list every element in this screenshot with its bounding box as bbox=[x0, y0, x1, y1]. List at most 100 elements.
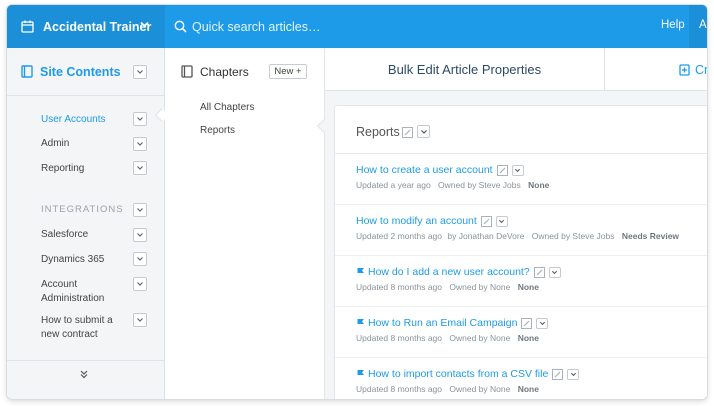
sidebar-item-salesforce[interactable]: Salesforce bbox=[41, 228, 88, 242]
section-dropdown[interactable] bbox=[417, 125, 430, 138]
chevron-down-icon bbox=[140, 21, 149, 28]
tab-create[interactable]: Cr bbox=[679, 63, 707, 77]
tab-bulk-edit[interactable]: Bulk Edit Article Properties bbox=[325, 48, 605, 91]
article-status: None bbox=[528, 180, 550, 190]
chapters-panel: Chapters New + All Chapters Reports bbox=[165, 48, 325, 399]
sidebar-item-dropdown[interactable] bbox=[133, 112, 147, 126]
article-owner: Owned by None bbox=[449, 384, 511, 394]
chevron-down-icon bbox=[137, 257, 143, 261]
search-icon bbox=[174, 20, 187, 33]
article-updated: Updated 2 months ago bbox=[356, 231, 443, 241]
article-title[interactable]: How to Run an Email Campaign bbox=[368, 317, 517, 329]
article-dropdown[interactable] bbox=[548, 266, 561, 278]
article-owner: Owned by Steve Jobs bbox=[438, 180, 521, 190]
chapter-item-all[interactable]: All Chapters bbox=[200, 102, 254, 113]
article-dropdown[interactable] bbox=[511, 164, 524, 176]
pin-icon bbox=[357, 268, 364, 277]
sidebar-header: Site Contents bbox=[7, 48, 165, 96]
article-owner: Owned by None bbox=[449, 333, 511, 343]
article-owner: Owned by Steve Jobs bbox=[531, 231, 615, 241]
sidebar-item-dropdown[interactable] bbox=[133, 228, 147, 242]
chevron-down-icon bbox=[515, 168, 521, 172]
article-updated: Updated 8 months ago bbox=[356, 384, 443, 394]
article-title[interactable]: How to import contacts from a CSV file bbox=[368, 368, 548, 380]
article-dropdown[interactable] bbox=[495, 215, 508, 227]
calendar-icon bbox=[21, 20, 34, 33]
top-bar: Accidental Trainer Quick search articles… bbox=[7, 5, 707, 48]
app-name: Accidental Trainer bbox=[43, 19, 152, 34]
article-row[interactable]: How to modify an account Updated 2 month… bbox=[335, 205, 707, 256]
article-updated: Updated a year ago bbox=[356, 180, 431, 190]
edit-icon[interactable] bbox=[402, 127, 413, 138]
sidebar-item-dropdown[interactable] bbox=[133, 277, 147, 291]
article-row[interactable]: How to Run an Email Campaign Updated 8 m… bbox=[335, 307, 707, 358]
article-title[interactable]: How do I add a new user account? bbox=[368, 266, 530, 278]
article-status: None bbox=[517, 384, 539, 394]
section-dropdown[interactable] bbox=[133, 203, 147, 217]
chevron-down-icon bbox=[137, 208, 143, 212]
chevron-down-icon bbox=[552, 270, 558, 274]
main-content: Bulk Edit Article Properties Cr Reports bbox=[325, 48, 707, 399]
chevron-down-icon bbox=[137, 282, 143, 286]
chevron-down-icon bbox=[137, 166, 143, 170]
article-owner: Owned by None bbox=[449, 282, 511, 292]
chevron-down-icon bbox=[137, 70, 143, 74]
sidebar-item-dropdown[interactable] bbox=[133, 161, 147, 175]
app-window: Accidental Trainer Quick search articles… bbox=[7, 5, 707, 399]
article-row[interactable]: How to create a user account Updated a y… bbox=[335, 154, 707, 205]
chevron-down-icon bbox=[137, 233, 143, 237]
sidebar-menu-dropdown[interactable] bbox=[133, 65, 147, 79]
article-updated: Updated 8 months ago bbox=[356, 333, 443, 343]
chapter-item-reports[interactable]: Reports bbox=[200, 125, 235, 136]
article-status: Needs Review bbox=[621, 231, 680, 241]
double-chevron-down-icon[interactable] bbox=[79, 369, 89, 379]
articles-card: Reports How to create a user account Upd… bbox=[334, 105, 707, 399]
tab-bar: Bulk Edit Article Properties Cr bbox=[325, 48, 707, 91]
sidebar-item-dropdown[interactable] bbox=[133, 252, 147, 266]
pin-icon bbox=[357, 319, 364, 328]
add-document-icon bbox=[679, 64, 690, 76]
search-input[interactable]: Quick search articles… bbox=[192, 20, 321, 34]
site-contents-sidebar: Site Contents User Accounts Admin Report… bbox=[7, 48, 170, 399]
book-icon bbox=[181, 65, 193, 78]
edit-icon[interactable] bbox=[496, 164, 508, 176]
section-title: Reports bbox=[356, 125, 400, 139]
chevron-down-icon bbox=[137, 117, 143, 121]
integrations-section-label: INTEGRATIONS bbox=[41, 204, 124, 215]
quick-search[interactable]: Quick search articles… bbox=[174, 5, 321, 48]
chevron-down-icon bbox=[539, 321, 545, 325]
sidebar-item-dropdown[interactable] bbox=[133, 137, 147, 151]
edit-icon[interactable] bbox=[552, 368, 564, 380]
edit-icon[interactable] bbox=[533, 266, 545, 278]
sidebar-item-dynamics[interactable]: Dynamics 365 bbox=[41, 253, 104, 267]
article-title[interactable]: How to create a user account bbox=[356, 164, 493, 176]
article-title[interactable]: How to modify an account bbox=[356, 215, 477, 227]
article-dropdown[interactable] bbox=[536, 317, 549, 329]
section-header: Reports bbox=[335, 106, 707, 154]
article-row[interactable]: How to import contacts from a CSV file U… bbox=[335, 358, 707, 399]
new-chapter-button[interactable]: New + bbox=[269, 64, 307, 79]
article-updated-by: by Jonathan DeVore bbox=[447, 231, 525, 241]
article-row[interactable]: How do I add a new user account? Updated… bbox=[335, 256, 707, 307]
sidebar-item-account-administration[interactable]: Account Administration bbox=[41, 278, 121, 306]
sidebar-item-user-accounts[interactable]: User Accounts bbox=[41, 113, 105, 127]
sidebar-footer bbox=[7, 360, 165, 386]
chevron-down-icon bbox=[499, 219, 505, 223]
edit-icon[interactable] bbox=[521, 317, 533, 329]
article-status: None bbox=[517, 282, 539, 292]
account-menu[interactable]: Ac bbox=[689, 5, 707, 48]
chevron-down-icon bbox=[137, 142, 143, 146]
sidebar-item-admin[interactable]: Admin bbox=[41, 137, 69, 151]
chapters-title: Chapters bbox=[200, 65, 249, 79]
sidebar-title[interactable]: Site Contents bbox=[40, 65, 121, 79]
chevron-down-icon bbox=[570, 372, 576, 376]
article-status: None bbox=[517, 333, 539, 343]
sidebar-item-reporting[interactable]: Reporting bbox=[41, 162, 84, 176]
article-dropdown[interactable] bbox=[567, 368, 580, 380]
chevron-down-icon bbox=[137, 318, 143, 322]
sidebar-item-submit-contract[interactable]: How to submit a new contract bbox=[41, 314, 123, 342]
edit-icon[interactable] bbox=[480, 215, 492, 227]
sidebar-item-dropdown[interactable] bbox=[133, 313, 147, 327]
help-link[interactable]: Help bbox=[661, 19, 685, 31]
site-switcher[interactable]: Accidental Trainer bbox=[7, 5, 165, 48]
